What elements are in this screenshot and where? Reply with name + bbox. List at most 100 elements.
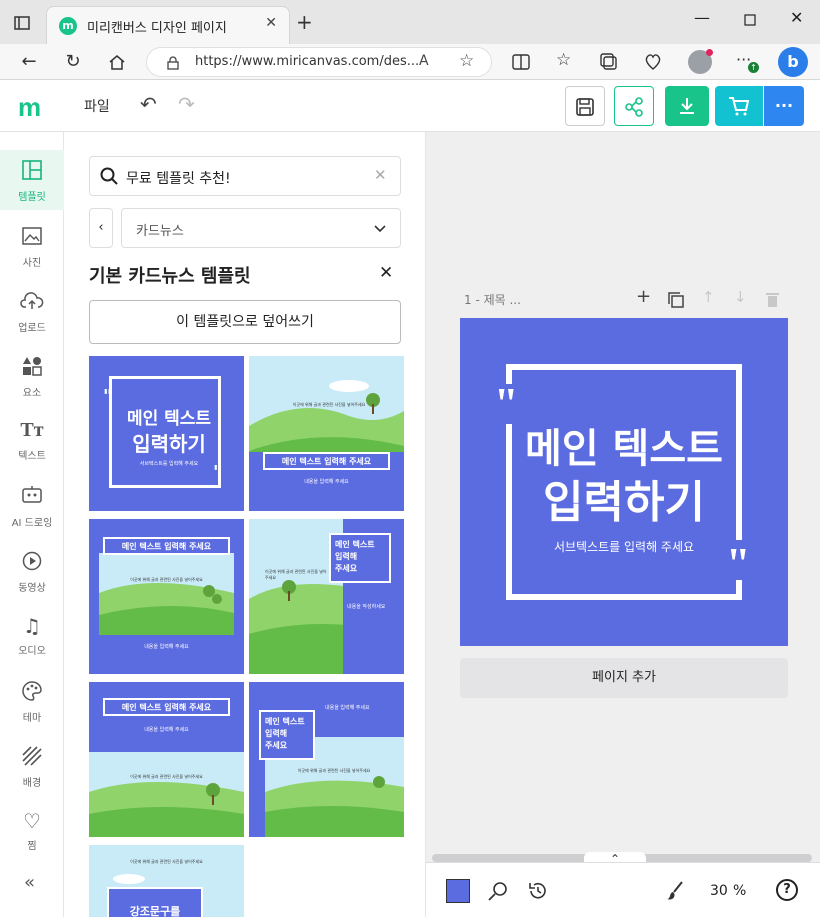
browser-toolbar: ← ↻ https://www.miricanvas.com/des... A … [0,44,820,80]
sidebar-item-label: 사진 [22,258,42,269]
address-bar[interactable]: https://www.miricanvas.com/des... A ☆ [146,47,492,77]
read-aloud-icon[interactable]: A [419,53,429,69]
sidebar-item-label: 찜 [27,841,37,852]
sidebar-item-audio[interactable]: ♫ 오디오 [0,606,64,666]
sidebar-item-label: 배경 [22,778,42,789]
cart-button[interactable] [715,86,763,126]
save-button[interactable] [565,86,605,126]
page-main-text[interactable]: 입력하기 [504,466,744,530]
category-back-button[interactable]: ‹ [89,208,113,248]
download-button[interactable] [665,86,709,126]
template-thumbnail[interactable]: 메인 텍스트 입력해 주세요 이곳에 위해 글과 관련된 사진을 넣어주세요 내… [89,519,244,674]
move-down-icon[interactable]: ↓ [734,288,747,306]
tab-close-icon[interactable]: ✕ [265,15,277,31]
sidebar-item-label: 템플릿 [18,192,46,203]
file-menu[interactable]: 파일 [84,96,110,116]
bottom-toolbar: 30 % ? [426,862,820,917]
sidebar-item-label: 동영상 [18,583,46,594]
design-page[interactable]: " " 메인 텍스트 입력하기 서브텍스트를 입력해 주세요 [460,318,788,646]
thumbnail-body-text: 이곳에 위해 글과 관련된 사진을 넣어주세요 [265,569,327,580]
background-icon [22,746,42,766]
tab-actions-icon[interactable] [14,16,30,30]
zoom-magic-icon[interactable] [488,881,508,901]
help-button[interactable]: ? [776,879,798,901]
bing-copilot-icon[interactable]: b [778,47,808,77]
quote-open-icon: " [103,386,113,407]
template-thumbnail[interactable]: 이곳에 위해 글과 관련된 사진을 넣어주세요 강조문구를 [89,845,244,917]
home-icon[interactable] [108,54,126,71]
add-page-button[interactable]: 페이지 추가 [460,658,788,698]
zoom-level[interactable]: 30 [710,883,728,899]
sidebar-item-label: 업로드 [18,323,46,334]
download-icon [680,98,694,114]
category-dropdown[interactable]: 카드뉴스 [121,208,401,248]
refresh-icon[interactable]: ↻ [60,49,86,75]
redo-icon[interactable]: ↷ [178,92,195,116]
close-panel-icon[interactable]: ✕ [379,263,393,283]
browser-essentials-icon[interactable] [644,53,662,71]
thumbnail-headline: 강조문구를 [129,905,181,917]
browser-tab[interactable]: m 미리캔버스 디자인 페이지 ✕ [46,6,290,44]
page-sub-text[interactable]: 서브텍스트를 입력해 주세요 [504,538,744,555]
sidebar-item-favorites[interactable]: ♡ 찜 [0,801,64,861]
brush-icon[interactable] [666,881,684,901]
collections-icon[interactable] [600,53,618,71]
template-search-input[interactable]: 무료 템플릿 추천! ✕ [89,156,401,196]
delete-page-icon[interactable] [766,292,779,307]
add-page-plus-icon[interactable]: + [636,286,651,307]
more-menu-button[interactable]: ··· [764,86,804,126]
template-thumbnail[interactable]: 이곳에 위해 글과 관련된 사진을 넣어주세요 메인 텍스트 입력해 주세요 내… [249,356,404,511]
duplicate-page-icon[interactable] [668,292,684,308]
browser-titlebar: m 미리캔버스 디자인 페이지 ✕ + — ✕ [0,0,820,44]
page-title-label[interactable]: 1 - 제목 ... [464,291,521,308]
template-thumbnail[interactable]: " " 메인 텍스트 입력하기 서브텍스트를 입력해 주세요 [89,356,244,511]
favorites-icon[interactable]: ☆ [556,50,571,70]
move-up-icon[interactable]: ↑ [702,288,715,306]
page-color-swatch[interactable] [446,879,470,903]
text-icon: Tт [20,419,44,441]
split-screen-icon[interactable] [512,54,530,70]
thumbnail-footer-text: 내용을 작성하세요 [347,604,386,610]
new-tab-button[interactable]: + [296,10,313,34]
thumbnail-headline: 메인 텍스트 입력해 주세요 [121,703,212,712]
template-panel: 무료 템플릿 추천! ✕ ‹ 카드뉴스 기본 카드뉴스 템플릿 ✕ 이 템플릿으… [65,132,426,917]
thumbnail-body-text: 이곳에 위해 글과 관련된 사진을 넣어주세요 [297,768,371,773]
sidebar-item-label: 오디오 [18,646,46,657]
thumbnail-headline: 주세요 [265,741,288,750]
sidebar-item-text[interactable]: Tт 텍스트 [0,411,64,471]
undo-icon[interactable]: ↶ [140,92,157,116]
template-thumbnail[interactable]: 메인 텍스트 입력해 주세요 이곳에 위해 글과 관련된 사진을 넣어주세요 내… [249,519,404,674]
thumbnail-headline: 입력해 [335,552,358,561]
sidebar-item-ai-drawing[interactable]: AI 드로잉 [0,476,64,536]
overwrite-template-button[interactable]: 이 템플릿으로 덮어쓰기 [89,300,401,344]
thumbnail-body-text: 이곳에 위해 글과 관련된 사진을 넣어주세요 [130,859,203,864]
history-icon[interactable] [528,881,548,901]
maximize-icon[interactable] [744,14,756,26]
back-icon[interactable]: ← [16,49,42,75]
share-button[interactable] [614,86,654,126]
sidebar-item-background[interactable]: 배경 [0,736,64,796]
thumbnail-sub-text: 내용을 입력해 주세요 [144,727,189,733]
clear-search-icon[interactable]: ✕ [374,166,387,184]
sidebar-item-theme[interactable]: 테마 [0,671,64,731]
minimize-icon[interactable]: — [694,8,710,27]
collapse-sidebar-icon[interactable]: « [24,872,35,893]
sidebar-item-video[interactable]: 동영상 [0,541,64,601]
template-thumbnail[interactable]: 메인 텍스트 입력해 주세요 내용을 입력해 주세요 이곳에 위해 글과 관련된… [89,682,244,837]
template-thumbnail[interactable]: 메인 텍스트 입력해 주세요 내용을 입력해 주세요 이곳에 위해 글과 관련된… [249,682,404,837]
window-close-icon[interactable]: ✕ [790,8,803,27]
thumbnail-headline: 메인 텍스트 [265,717,305,726]
thumbnail-footer-text: 내용을 입력해 주세요 [304,479,349,485]
app-logo[interactable]: m [18,92,41,123]
lock-icon[interactable] [167,56,179,70]
landscape-illustration [99,553,234,635]
sidebar-item-template[interactable]: 템플릿 [0,150,64,210]
more-dots-icon: ··· [774,96,794,115]
thumbnail-sub-text: 내용을 입력해 주세요 [325,705,370,711]
sidebar-item-photo[interactable]: 사진 [0,216,64,276]
update-badge-icon: ↑ [748,62,759,73]
sidebar-item-upload[interactable]: 업로드 [0,281,64,341]
favorite-star-icon[interactable]: ☆ [459,51,474,71]
sidebar-item-elements[interactable]: 요소 [0,346,64,406]
profile-notification-dot [706,49,713,56]
